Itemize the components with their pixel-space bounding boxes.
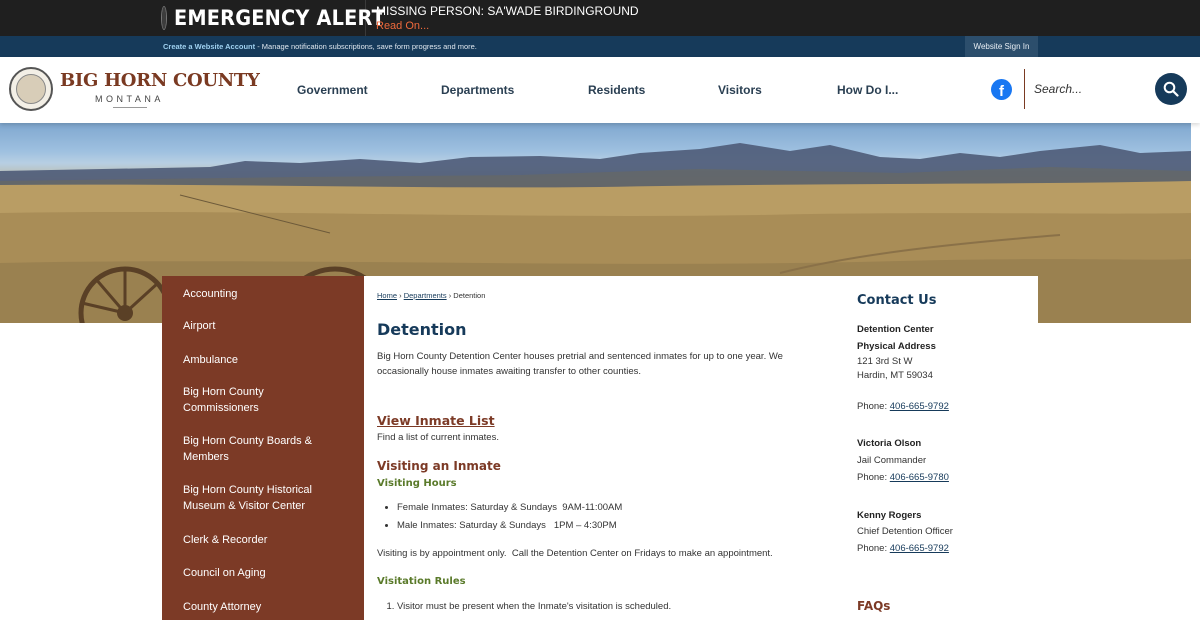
visitation-rules-heading: Visitation Rules	[377, 576, 466, 587]
county-seal-logo[interactable]	[9, 67, 53, 111]
visitation-rules-list: Visitor must be present when the Inmate'…	[397, 601, 671, 612]
center-phone-link[interactable]: 406-665-9792	[890, 401, 949, 412]
sidebar-item-accounting[interactable]: Accounting	[183, 286, 353, 302]
contact-center-name: Detention Center	[857, 324, 934, 335]
main-content: Home › Departments › Detention Detention…	[364, 276, 1038, 620]
create-account-link[interactable]: Create a Website Account	[163, 42, 255, 51]
site-header: BIG HORN COUNTY MONTANA Government Depar…	[0, 57, 1200, 123]
breadcrumb-current: Detention	[453, 291, 486, 300]
department-sidebar: Accounting Airport Ambulance Big Horn Co…	[162, 276, 364, 620]
intro-paragraph: Big Horn County Detention Center houses …	[377, 351, 783, 377]
view-inmate-list-link[interactable]: View Inmate List	[377, 413, 495, 428]
list-item: Visitor must be present when the Inmate'…	[397, 601, 671, 612]
list-item: Male Inmates: Saturday & Sundays 1PM – 4…	[397, 520, 622, 538]
account-bar-description: - Manage notification subscriptions, sav…	[255, 42, 477, 51]
sidebar-item-commissioners[interactable]: Big Horn County Commissioners	[183, 384, 293, 416]
breadcrumb-departments[interactable]: Departments	[404, 291, 447, 300]
search-button[interactable]	[1155, 73, 1187, 105]
contact-us-heading: Contact Us	[857, 293, 937, 308]
header-divider	[1024, 69, 1025, 109]
faqs-heading[interactable]: FAQs	[857, 599, 890, 613]
search-input[interactable]	[1034, 77, 1149, 101]
contact-person2-phone: Phone: 406-665-9792	[857, 543, 949, 554]
contact-person1-name: Victoria Olson	[857, 438, 922, 449]
visiting-hours-heading: Visiting Hours	[377, 478, 457, 489]
website-sign-in-button[interactable]: Website Sign In	[965, 36, 1038, 57]
phone-label: Phone:	[857, 543, 890, 554]
sidebar-item-clerk-recorder[interactable]: Clerk & Recorder	[183, 532, 353, 548]
seal-emblem	[16, 74, 46, 104]
contact-person1-phone: Phone: 406-665-9780	[857, 472, 949, 483]
sidebar-item-county-attorney[interactable]: County Attorney	[183, 599, 353, 615]
emergency-alert-title: EMERGENCY ALERT	[174, 6, 386, 30]
breadcrumb: Home › Departments › Detention	[377, 291, 485, 300]
sidebar-item-ambulance[interactable]: Ambulance	[183, 352, 353, 368]
alert-message-text: MISSING PERSON: SA'WADE BIRDINGROUND	[376, 4, 639, 18]
phone-label: Phone:	[857, 401, 890, 412]
nav-residents[interactable]: Residents	[588, 83, 645, 97]
alert-read-on-link[interactable]: Read On...	[376, 20, 639, 32]
logo-state-name: MONTANA	[95, 94, 164, 104]
page-title: Detention	[377, 320, 467, 339]
contact-person2-name: Kenny Rogers	[857, 510, 922, 521]
person2-phone-link[interactable]: 406-665-9792	[890, 543, 949, 554]
logo-divider	[113, 107, 147, 108]
contact-address-label: Physical Address	[857, 341, 936, 352]
search-icon	[1163, 81, 1179, 97]
appointment-note: Visiting is by appointment only. Call th…	[377, 548, 773, 559]
breadcrumb-home[interactable]: Home	[377, 291, 397, 300]
account-bar-text: Create a Website Account - Manage notifi…	[163, 42, 477, 51]
nav-departments[interactable]: Departments	[441, 83, 514, 97]
account-bar: Create a Website Account - Manage notifi…	[0, 36, 1200, 57]
visiting-hours-list: Female Inmates: Saturday & Sundays 9AM-1…	[397, 502, 622, 538]
sidebar-item-council-on-aging[interactable]: Council on Aging	[183, 565, 353, 581]
contact-address-line2: Hardin, MT 59034	[857, 370, 933, 381]
contact-person1-title: Jail Commander	[857, 455, 927, 466]
breadcrumb-separator: ›	[397, 291, 404, 300]
person1-phone-link[interactable]: 406-665-9780	[890, 472, 949, 483]
inmate-list-description: Find a list of current inmates.	[377, 432, 499, 443]
visiting-inmate-heading: Visiting an Inmate	[377, 459, 501, 473]
facebook-icon[interactable]: f	[991, 79, 1012, 100]
nav-visitors[interactable]: Visitors	[718, 83, 762, 97]
nav-government[interactable]: Government	[297, 83, 368, 97]
alert-light-icon	[162, 7, 166, 29]
sidebar-item-airport[interactable]: Airport	[183, 318, 353, 334]
contact-address-line1: 121 3rd St W	[857, 356, 913, 367]
logo-county-name[interactable]: BIG HORN COUNTY	[60, 70, 260, 91]
sidebar-item-boards-members[interactable]: Big Horn County Boards & Members	[183, 433, 323, 465]
nav-how-do-i[interactable]: How Do I...	[837, 83, 898, 97]
emergency-alert-label: EMERGENCY ALERT	[162, 0, 385, 36]
list-item: Female Inmates: Saturday & Sundays 9AM-1…	[397, 502, 622, 520]
sidebar-item-historical-museum[interactable]: Big Horn County Historical Museum & Visi…	[183, 482, 323, 514]
contact-person2-title: Chief Detention Officer	[857, 526, 953, 537]
emergency-alert-message: MISSING PERSON: SA'WADE BIRDINGROUND Rea…	[376, 4, 639, 32]
contact-center-phone: Phone: 406-665-9792	[857, 401, 949, 412]
phone-label: Phone:	[857, 472, 890, 483]
emergency-alert-bar: EMERGENCY ALERT MISSING PERSON: SA'WADE …	[0, 0, 1200, 36]
